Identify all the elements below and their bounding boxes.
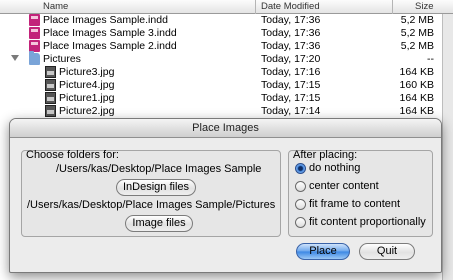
choose-folders-group: Choose folders for: /Users/kas/Desktop/P… (21, 149, 281, 237)
file-date: Today, 17:15 (261, 79, 321, 91)
file-name: Picture3.jpg (59, 66, 115, 78)
place-button[interactable]: Place (296, 243, 350, 260)
column-separator (392, 0, 393, 14)
file-name: Place Images Sample 2.indd (43, 40, 177, 52)
indesign-files-button[interactable]: InDesign files (116, 179, 196, 196)
after-placing-group: After placing: do nothing center content… (288, 149, 433, 237)
column-separator (255, 0, 256, 14)
jpg-file-icon (45, 66, 56, 78)
file-date: Today, 17:15 (261, 92, 321, 104)
file-row[interactable]: Place Images Sample 3.indd Today, 17:36 … (0, 27, 453, 39)
file-name: Picture1.jpg (59, 92, 115, 104)
file-size: 5,2 MB (400, 14, 434, 26)
column-size-header[interactable]: Size (415, 1, 433, 12)
image-folder-path: /Users/kas/Desktop/Place Images Sample/P… (27, 199, 276, 211)
file-row[interactable]: Picture3.jpg Today, 17:16 164 KB (0, 66, 453, 78)
file-size: 5,2 MB (400, 40, 434, 52)
file-date: Today, 17:14 (261, 105, 321, 117)
folder-row[interactable]: Pictures Today, 17:20 -- (0, 51, 453, 65)
file-name: Place Images Sample 3.indd (43, 27, 177, 39)
place-images-dialog: Place Images Choose folders for: /Users/… (9, 118, 442, 273)
file-size: 160 KB (399, 79, 434, 91)
radio-button[interactable] (295, 199, 306, 210)
radio-label: fit content proportionally (309, 216, 426, 228)
file-row[interactable]: Place Images Sample.indd Today, 17:36 5,… (0, 14, 453, 26)
file-date: Today, 17:20 (261, 53, 321, 65)
file-row[interactable]: Picture2.jpg Today, 17:14 164 KB (0, 105, 453, 117)
file-size: -- (427, 53, 434, 65)
file-size: 5,2 MB (400, 27, 434, 39)
file-row[interactable]: Picture4.jpg Today, 17:15 160 KB (0, 79, 453, 91)
file-size: 164 KB (399, 66, 434, 78)
jpg-file-icon (45, 105, 56, 117)
column-header: Name Date Modified Size (0, 0, 453, 14)
file-name: Picture4.jpg (59, 79, 115, 91)
quit-button[interactable]: Quit (359, 243, 415, 260)
indesign-folder-path: /Users/kas/Desktop/Place Images Sample (56, 163, 262, 175)
radio-button[interactable] (295, 217, 306, 228)
radio-label: do nothing (309, 162, 361, 174)
file-date: Today, 17:36 (261, 27, 321, 39)
jpg-file-icon (45, 92, 56, 104)
radio-label: center content (309, 180, 379, 192)
file-date: Today, 17:36 (261, 40, 321, 52)
file-size: 164 KB (399, 92, 434, 104)
radio-button-selected[interactable] (295, 163, 306, 174)
after-placing-label: After placing: (293, 149, 358, 161)
vertical-scrollbar[interactable] (442, 14, 453, 280)
image-files-button[interactable]: Image files (125, 215, 193, 232)
choose-folders-label: Choose folders for: (26, 149, 119, 161)
disclosure-triangle-icon[interactable] (11, 55, 19, 61)
radio-label: fit frame to content (309, 198, 401, 210)
file-row[interactable]: Place Images Sample 2.indd Today, 17:36 … (0, 40, 453, 52)
indesign-file-icon (29, 14, 40, 26)
file-date: Today, 17:16 (261, 66, 321, 78)
file-row[interactable]: Picture1.jpg Today, 17:15 164 KB (0, 92, 453, 104)
column-date-header[interactable]: Date Modified (261, 1, 320, 12)
dialog-title: Place Images (10, 119, 441, 138)
file-size: 164 KB (399, 105, 434, 117)
jpg-file-icon (45, 79, 56, 91)
folder-name: Pictures (43, 53, 81, 65)
indesign-file-icon (29, 27, 40, 39)
file-date: Today, 17:36 (261, 14, 321, 26)
file-name: Picture2.jpg (59, 105, 115, 117)
radio-button[interactable] (295, 181, 306, 192)
file-name: Place Images Sample.indd (43, 14, 168, 26)
folder-icon (29, 51, 40, 65)
column-name-header[interactable]: Name (43, 1, 68, 12)
